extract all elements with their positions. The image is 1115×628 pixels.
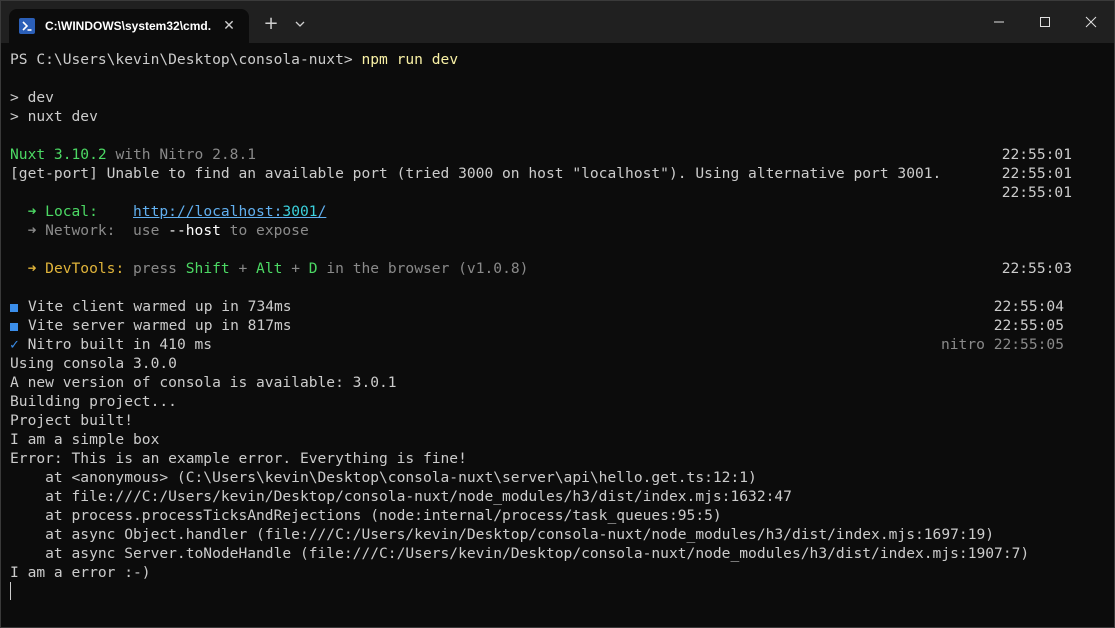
output-line: > nuxt dev [10, 108, 98, 125]
timestamp: 22:55:05 [993, 317, 1064, 334]
nuxt-version-line: Nuxt 3.10.2 with Nitro 2.8.1 [10, 145, 256, 164]
text-cursor [10, 582, 11, 600]
network-tail: to expose [220, 222, 309, 239]
local-line: ➜ Local: http://localhost:3001/ [10, 202, 327, 221]
devtools-label: DevTools: [45, 260, 125, 277]
output-line: A new version of consola is available: 3… [10, 374, 397, 391]
arrow-icon: ➜ [10, 203, 46, 220]
maximize-icon [1040, 17, 1050, 27]
close-button[interactable] [1068, 1, 1114, 43]
tab-dropdown-button[interactable] [289, 13, 311, 35]
tab-title: C:\WINDOWS\system32\cmd. [45, 19, 212, 33]
key-alt: Alt [256, 260, 283, 277]
stack-line: at process.processTicksAndRejections (no… [10, 507, 722, 524]
command: npm run dev [361, 51, 459, 68]
terminal-window: C:\WINDOWS\system32\cmd. ✕ + PS C:\Users… [0, 0, 1115, 628]
prompt: PS C:\Users\kevin\Desktop\consola-nuxt> [10, 51, 362, 68]
url-port: 3001 [282, 203, 318, 220]
url-part: http://localhost: [133, 203, 283, 220]
info-icon [10, 323, 18, 331]
prompt-line: PS C:\Users\kevin\Desktop\consola-nuxt> … [10, 50, 458, 69]
output-line: Project built! [10, 412, 134, 429]
timestamp: 22:55:04 [993, 298, 1064, 315]
close-icon [1085, 16, 1097, 28]
vite-client-text: Vite client warmed up in 734ms [28, 298, 292, 315]
output-line: I am a error :-) [10, 564, 151, 581]
vite-server-text: Vite server warmed up in 817ms [28, 317, 292, 334]
stack-line: at file:///C:/Users/kevin/Desktop/consol… [10, 488, 792, 505]
stack-line: at async Server.toNodeHandle (file:///C:… [10, 545, 1030, 562]
url-part: / [317, 203, 327, 220]
network-use: use [133, 222, 169, 239]
timestamp: nitro 22:55:05 [940, 336, 1064, 353]
chevron-down-icon [295, 21, 305, 27]
vite-client-line: Vite client warmed up in 734ms [10, 297, 292, 316]
maximize-button[interactable] [1022, 1, 1068, 43]
timestamp: 22:55:01 [1001, 165, 1072, 182]
nitro-built-line: ✓ Nitro built in 410 ms [10, 335, 212, 354]
info-icon [10, 304, 18, 312]
local-label: Local: [45, 203, 98, 220]
vite-server-line: Vite server warmed up in 817ms [10, 316, 292, 335]
tab-cmd[interactable]: C:\WINDOWS\system32\cmd. ✕ [9, 9, 249, 43]
key-shift: Shift [185, 260, 230, 277]
local-url[interactable]: http://localhost:3001/ [133, 203, 326, 220]
minimize-button[interactable] [976, 1, 1022, 43]
timestamp: 22:55:01 [1001, 184, 1072, 201]
error-line: Error: This is an example error. Everyth… [10, 450, 467, 467]
get-port-line: [get-port] Unable to find an available p… [10, 165, 942, 182]
devtools-text: press [124, 260, 186, 277]
network-line: ➜ Network: use --host to expose [10, 221, 309, 240]
devtools-text: + [229, 260, 257, 277]
output-line: Using consola 3.0.0 [10, 355, 177, 372]
devtools-text: + [282, 260, 309, 277]
network-host: --host [168, 222, 221, 239]
stack-line: at async Object.handler (file:///C:/User… [10, 526, 995, 543]
nitro-version: with Nitro 2.8.1 [106, 146, 257, 163]
output-line: I am a simple box [10, 431, 160, 448]
devtools-text: in the browser (v1.0.8) [317, 260, 529, 277]
output-line: Building project... [10, 393, 177, 410]
devtools-line: ➜ DevTools: press Shift + Alt + D in the… [10, 259, 529, 278]
terminal-output[interactable]: PS C:\Users\kevin\Desktop\consola-nuxt> … [10, 50, 1110, 620]
timestamp: 22:55:01 [1001, 146, 1072, 163]
arrow-icon: ➜ [10, 260, 46, 277]
key-d: D [308, 260, 318, 277]
tab-close-icon[interactable]: ✕ [221, 18, 237, 34]
network-label: ➜ Network: [10, 222, 134, 239]
check-icon: ✓ [10, 336, 19, 353]
title-bar: C:\WINDOWS\system32\cmd. ✕ + [1, 1, 1114, 43]
timestamp: 22:55:03 [1001, 260, 1072, 277]
output-line: > dev [10, 89, 54, 106]
nuxt-version: Nuxt 3.10.2 [10, 146, 107, 163]
stack-line: at <anonymous> (C:\Users\kevin\Desktop\c… [10, 469, 757, 486]
new-tab-button[interactable]: + [260, 13, 282, 35]
minimize-icon [994, 21, 1004, 23]
nitro-built-text: Nitro built in 410 ms [18, 336, 213, 353]
powershell-icon [19, 18, 35, 34]
